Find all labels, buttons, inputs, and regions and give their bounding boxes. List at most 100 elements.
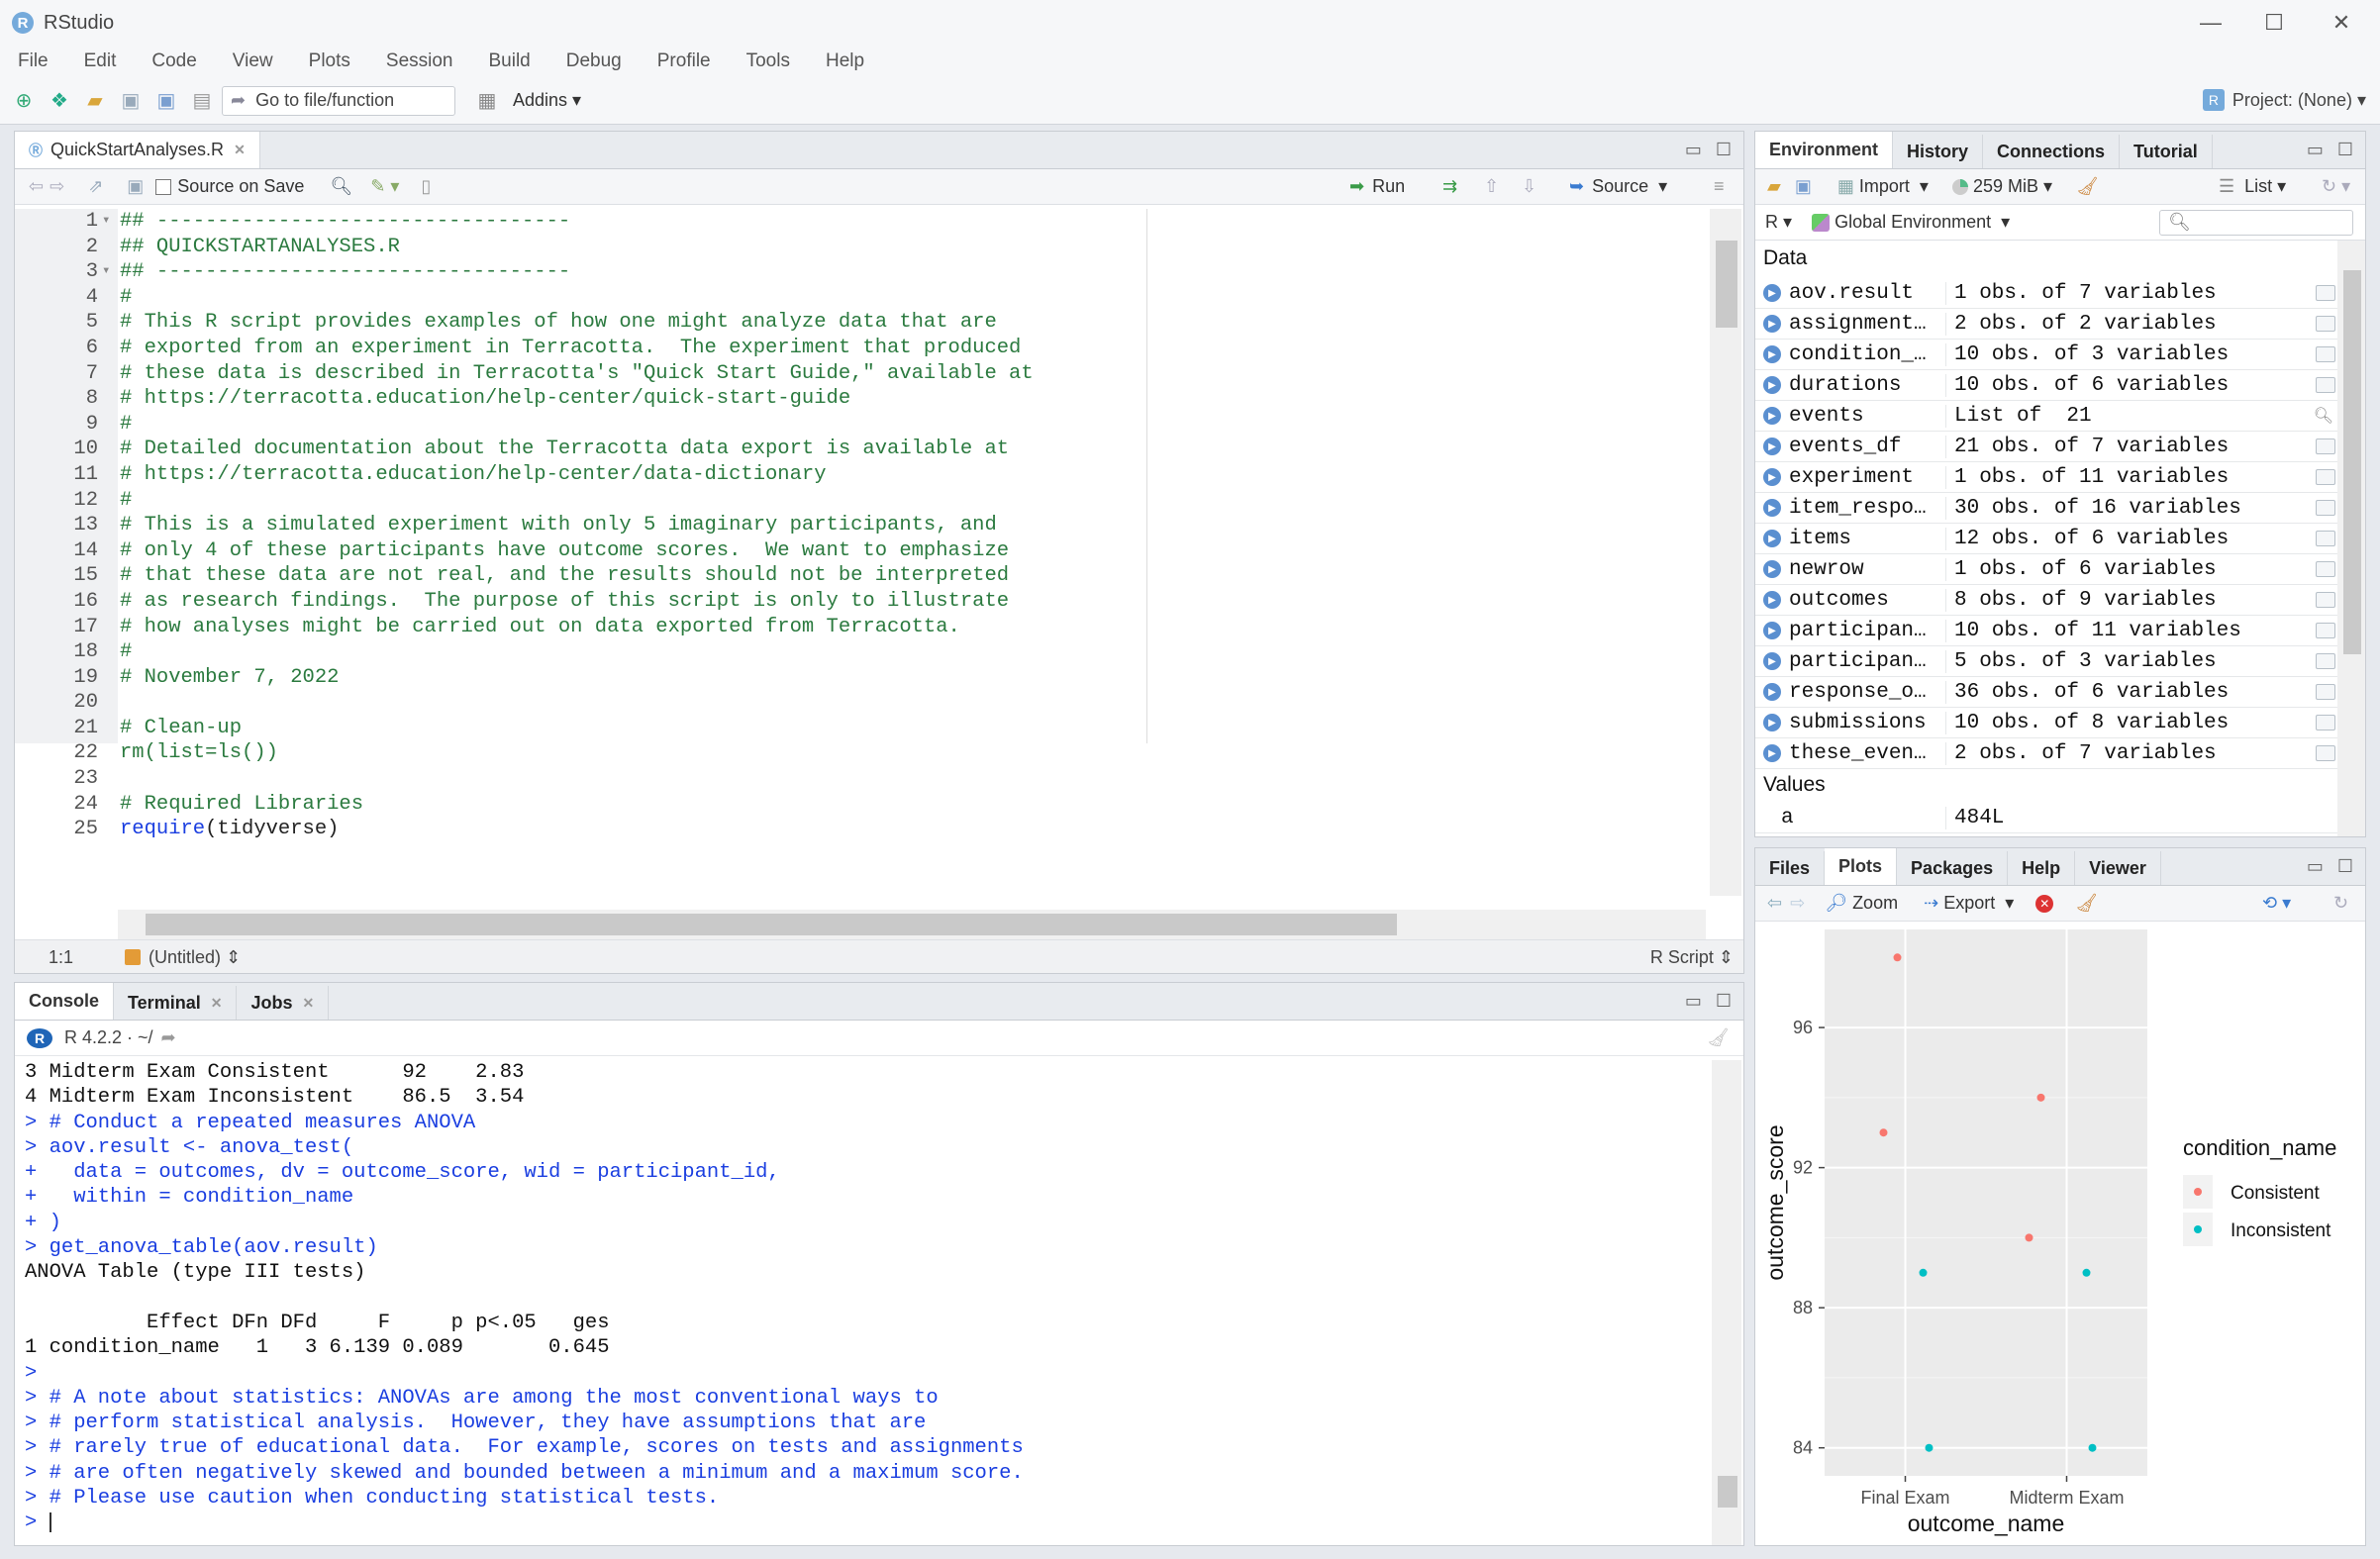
view-table-icon[interactable] [2316, 623, 2335, 638]
tab-history[interactable]: History [1893, 135, 1984, 168]
memory-usage-menu[interactable]: 259 MiB ▾ [1951, 176, 2052, 197]
minimize-env-icon[interactable]: ▭ [2307, 140, 2324, 160]
view-table-icon[interactable] [2316, 684, 2335, 700]
file-type-selector[interactable]: R Script ⇕ [1650, 947, 1734, 968]
menu-help[interactable]: Help [826, 50, 864, 72]
addins-menu[interactable]: Addins ▾ [513, 90, 581, 111]
tab-console[interactable]: Console [15, 983, 115, 1020]
tab-terminal[interactable]: Terminal ✕ [114, 986, 238, 1020]
menu-session[interactable]: Session [386, 50, 453, 72]
menu-profile[interactable]: Profile [657, 50, 711, 72]
env-data-row[interactable]: ▶ durations 10 obs. of 6 variables [1755, 370, 2341, 401]
env-data-row[interactable]: ▶ assignment… 2 obs. of 2 variables [1755, 309, 2341, 340]
expand-icon[interactable]: ▶ [1763, 530, 1781, 547]
scope-selector[interactable]: (Untitled) ⇕ [149, 947, 241, 968]
menu-plots[interactable]: Plots [309, 50, 350, 72]
editor-hscroll[interactable] [118, 910, 1706, 939]
remove-plot-icon[interactable]: ✕ [2035, 894, 2054, 913]
new-project-icon[interactable]: ❖ [46, 87, 73, 115]
view-table-icon[interactable] [2316, 561, 2335, 577]
env-value-row[interactable]: a 484L [1755, 803, 2341, 833]
env-data-row[interactable]: ▶ aov.result 1 obs. of 7 variables [1755, 278, 2341, 309]
view-table-icon[interactable] [2316, 745, 2335, 761]
tab-environment[interactable]: Environment [1755, 132, 1894, 168]
close-terminal-icon[interactable]: ✕ [211, 995, 223, 1012]
env-data-row[interactable]: ▶ outcomes 8 obs. of 9 variables [1755, 585, 2341, 616]
menu-build[interactable]: Build [489, 50, 531, 72]
print-icon[interactable]: ▤ [188, 87, 216, 115]
save-all-icon[interactable]: ▣ [152, 87, 180, 115]
tab-plots[interactable]: Plots [1825, 848, 1898, 885]
go-to-dir-icon[interactable]: ➦ [161, 1027, 176, 1048]
view-table-icon[interactable] [2316, 438, 2335, 454]
close-tab-icon[interactable]: ✕ [234, 142, 246, 158]
expand-icon[interactable]: ▶ [1763, 560, 1781, 578]
console-vscroll[interactable] [1712, 1060, 1741, 1545]
console-vscroll-thumb[interactable] [1718, 1476, 1737, 1508]
env-data-row[interactable]: ▶ condition_… 10 obs. of 3 variables [1755, 340, 2341, 370]
env-vscroll[interactable] [2337, 241, 2365, 836]
project-menu[interactable]: R Project: (None) ▾ [2202, 89, 2366, 111]
expand-icon[interactable]: ▶ [1763, 315, 1781, 333]
env-data-row[interactable]: ▶ participan… 5 obs. of 3 variables [1755, 646, 2341, 677]
expand-icon[interactable]: ▶ [1763, 591, 1781, 609]
env-data-row[interactable]: ▶ items 12 obs. of 6 variables [1755, 524, 2341, 554]
expand-icon[interactable]: ▶ [1763, 652, 1781, 670]
editor-hscroll-thumb[interactable] [146, 914, 1397, 935]
view-table-icon[interactable] [2316, 469, 2335, 485]
tab-packages[interactable]: Packages [1897, 851, 2009, 885]
minimize-pane-icon[interactable]: ▭ [1685, 140, 1702, 160]
expand-icon[interactable]: ▶ [1763, 499, 1781, 517]
prev-plot-icon[interactable]: ⇦ [1767, 893, 1782, 914]
expand-icon[interactable]: ▶ [1763, 376, 1781, 394]
zoom-button[interactable]: 🔎︎ Zoom [1825, 893, 1898, 914]
publish-icon[interactable]: ⟲ ▾ [2262, 893, 2291, 914]
env-data-row[interactable]: ▶ response_o… 36 obs. of 6 variables [1755, 677, 2341, 708]
save-workspace-icon[interactable]: ▣ [1795, 176, 1812, 197]
expand-icon[interactable]: ▶ [1763, 744, 1781, 762]
menu-tools[interactable]: Tools [746, 50, 790, 72]
env-data-row[interactable]: ▶ participan… 10 obs. of 11 variables [1755, 616, 2341, 646]
open-file-icon[interactable]: ▰ [81, 87, 109, 115]
minimize-console-icon[interactable]: ▭ [1685, 991, 1702, 1012]
env-vscroll-thumb[interactable] [2343, 270, 2361, 654]
maximize-button[interactable]: ☐ [2259, 8, 2289, 38]
tab-viewer[interactable]: Viewer [2075, 851, 2161, 885]
view-table-icon[interactable] [2316, 377, 2335, 393]
close-jobs-icon[interactable]: ✕ [302, 995, 314, 1012]
env-data-row[interactable]: ▶ experiment 1 obs. of 11 variables [1755, 462, 2341, 493]
tab-quickstartanalyses[interactable]: Ⓡ QuickStartAnalyses.R ✕ [15, 132, 260, 168]
env-search-input[interactable]: 🔍︎ [2159, 209, 2353, 236]
expand-icon[interactable]: ▶ [1763, 438, 1781, 455]
view-table-icon[interactable] [2316, 316, 2335, 332]
maximize-pane-icon[interactable]: ☐ [1716, 140, 1732, 160]
tab-help[interactable]: Help [2008, 851, 2076, 885]
forward-icon[interactable]: ⇨ [50, 176, 64, 197]
tab-connections[interactable]: Connections [1983, 135, 2121, 168]
back-icon[interactable]: ⇦ [29, 176, 44, 197]
menu-edit[interactable]: Edit [84, 50, 117, 72]
save-icon[interactable]: ▣ [117, 87, 145, 115]
pane-layout-icon[interactable]: ▦ [473, 87, 501, 115]
run-button[interactable]: ➡ Run [1349, 176, 1405, 197]
menu-debug[interactable]: Debug [566, 50, 622, 72]
load-workspace-icon[interactable]: ▰ [1767, 176, 1781, 197]
env-data-row[interactable]: ▶ these_even… 2 obs. of 7 variables [1755, 738, 2341, 769]
expand-icon[interactable]: ▶ [1763, 468, 1781, 486]
down-icon[interactable]: ⇩ [1522, 176, 1537, 197]
expand-icon[interactable]: ▶ [1763, 345, 1781, 363]
next-plot-icon[interactable]: ⇨ [1790, 893, 1805, 914]
editor-vscroll[interactable] [1710, 209, 1741, 896]
inspect-icon[interactable]: 🔍︎ [2314, 406, 2333, 426]
show-in-window-icon[interactable]: ⇗ [88, 176, 103, 197]
clear-plots-icon[interactable]: 🧹︎ [2075, 893, 2098, 914]
view-table-icon[interactable] [2316, 715, 2335, 731]
env-data-row[interactable]: ▶ events_df 21 obs. of 7 variables [1755, 432, 2341, 462]
code-area[interactable]: 1 ▾ ## ---------------------------------- 2… [15, 209, 1718, 842]
menu-view[interactable]: View [233, 50, 273, 72]
up-icon[interactable]: ⇧ [1484, 176, 1499, 197]
save-file-icon[interactable]: ▣ [127, 176, 144, 197]
view-table-icon[interactable] [2316, 346, 2335, 362]
outline-icon[interactable]: ≡ [1714, 176, 1725, 197]
env-data-row[interactable]: ▶ item_respo… 30 obs. of 16 variables [1755, 493, 2341, 524]
